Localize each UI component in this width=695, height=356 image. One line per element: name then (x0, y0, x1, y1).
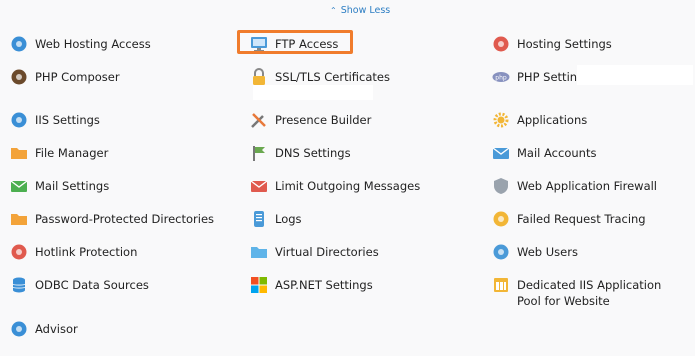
tool-label: SSL/TLS Certificates (275, 70, 390, 84)
redaction-patch (577, 65, 693, 85)
tool-link-web-application-firewall[interactable]: Web Application Firewall (492, 178, 657, 195)
tool-link-applications[interactable]: Applications (492, 112, 587, 129)
tool-link-password-protected-directories[interactable]: Password-Protected Directories (10, 211, 214, 228)
tool-link-mail-settings[interactable]: Mail Settings (10, 178, 109, 195)
tool-label: PHP Composer (35, 70, 120, 84)
tool-label: ODBC Data Sources (35, 278, 149, 292)
show-less-label: Show Less (340, 5, 391, 16)
tool-link-odbc-data-sources[interactable]: ODBC Data Sources (10, 277, 149, 294)
tool-link-iis-settings[interactable]: IIS Settings (10, 112, 100, 129)
app-pool-icon (492, 276, 510, 294)
tool-link-file-manager[interactable]: File Manager (10, 145, 108, 162)
tool-link-presence-builder[interactable]: Presence Builder (250, 112, 371, 129)
tool-link-dns-settings[interactable]: DNS Settings (250, 145, 351, 162)
tool-label: Virtual Directories (275, 245, 379, 259)
tool-link-failed-request-tracing[interactable]: Failed Request Tracing (492, 211, 646, 228)
trace-icon (492, 210, 510, 228)
redaction-patch (253, 85, 373, 100)
tool-label: ASP.NET Settings (275, 278, 373, 292)
windows-icon (250, 276, 268, 294)
tool-link-mail-accounts[interactable]: Mail Accounts (492, 145, 596, 162)
ftp-access-highlight (237, 30, 353, 54)
tool-link-hotlink-protection[interactable]: Hotlink Protection (10, 244, 137, 261)
tool-label: Hosting Settings (517, 37, 612, 51)
tool-label: Web Application Firewall (517, 179, 658, 193)
hotlink-icon (10, 243, 28, 261)
globe-icon (10, 35, 28, 53)
tools-icon (250, 111, 268, 129)
hosting-settings-icon (492, 35, 510, 53)
folder-icon (10, 144, 28, 162)
tool-link-php-settings[interactable]: php PHP Settings (492, 69, 590, 86)
tool-link-php-composer[interactable]: PHP Composer (10, 69, 120, 86)
mail-icon (492, 144, 510, 162)
locked-folder-icon (10, 210, 28, 228)
tool-link-asp-net-settings[interactable]: ASP.NET Settings (250, 277, 373, 294)
tool-link-web-users[interactable]: Web Users (492, 244, 578, 261)
tool-label: Limit Outgoing Messages (275, 179, 421, 193)
mail-limit-icon (250, 177, 268, 195)
tool-label: Web Users (517, 245, 578, 259)
tool-label: Web Hosting Access (35, 37, 151, 51)
tool-label: Advisor (35, 322, 78, 336)
tool-label: Failed Request Tracing (517, 212, 646, 226)
tool-label: DNS Settings (275, 146, 351, 160)
tool-label: Applications (517, 113, 588, 127)
dns-icon (250, 144, 268, 162)
tool-link-web-hosting-access[interactable]: Web Hosting Access (10, 36, 151, 53)
tool-label: Dedicated IIS Application Pool for Websi… (517, 278, 662, 308)
web-users-icon (492, 243, 510, 261)
tool-link-advisor[interactable]: Advisor (10, 321, 78, 338)
show-less-toggle[interactable]: ⌃ Show Less (330, 5, 390, 16)
padlock-icon (250, 68, 268, 86)
composer-icon (10, 68, 28, 86)
chevron-up-icon: ⌃ (330, 6, 337, 15)
advisor-icon (10, 320, 28, 338)
tool-label: Presence Builder (275, 113, 372, 127)
php-icon: php (492, 68, 510, 86)
gear-icon (492, 111, 510, 129)
tool-label: Mail Accounts (517, 146, 597, 160)
tool-link-dedicated-iis-application-pool-for-website[interactable]: Dedicated IIS Application Pool for Websi… (492, 277, 687, 309)
tool-link-limit-outgoing-messages[interactable]: Limit Outgoing Messages (250, 178, 420, 195)
svg-text:php: php (495, 74, 507, 81)
folder-icon (250, 243, 268, 261)
tool-link-logs[interactable]: Logs (250, 211, 302, 228)
tool-label: IIS Settings (35, 113, 100, 127)
logs-icon (250, 210, 268, 228)
mail-settings-icon (10, 177, 28, 195)
shield-icon (492, 177, 510, 195)
tool-label: Mail Settings (35, 179, 110, 193)
tool-link-ssl-tls-certificates[interactable]: SSL/TLS Certificates (250, 68, 390, 86)
tool-label: Hotlink Protection (35, 245, 138, 259)
tool-link-hosting-settings[interactable]: Hosting Settings (492, 36, 612, 53)
tool-label: File Manager (35, 146, 109, 160)
tool-link-virtual-directories[interactable]: Virtual Directories (250, 244, 379, 261)
server-settings-icon (10, 111, 28, 129)
database-icon (10, 276, 28, 294)
tool-label: Logs (275, 212, 302, 226)
tool-label: Password-Protected Directories (35, 212, 215, 226)
